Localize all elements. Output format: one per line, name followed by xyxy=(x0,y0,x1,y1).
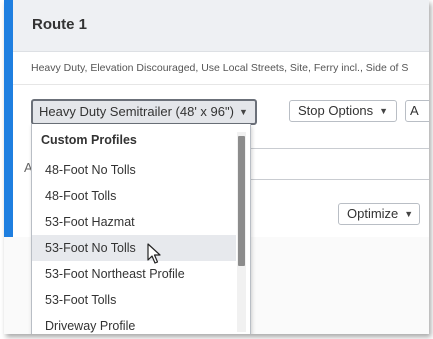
scrollbar-thumb[interactable] xyxy=(238,136,245,266)
route-header[interactable]: Route 1 xyxy=(13,0,429,52)
optimize-label: Optimize xyxy=(347,206,399,221)
app-window: Route 1 Heavy Duty, Elevation Discourage… xyxy=(4,0,429,334)
caret-down-icon: ▼ xyxy=(238,107,248,117)
truncated-button-label: A xyxy=(410,103,419,118)
caret-down-icon: ▼ xyxy=(404,209,414,219)
stop-options-button[interactable]: Stop Options ▼ xyxy=(289,100,397,122)
dropdown-option[interactable]: Driveway Profile xyxy=(32,313,236,334)
profile-dropdown-menu[interactable]: Custom Profiles 48-Foot No Tolls 48-Foot… xyxy=(31,124,251,334)
profile-selected-label: Heavy Duty Semitrailer (48' x 96") xyxy=(39,104,234,119)
truncated-toolbar-button[interactable]: A xyxy=(405,100,429,122)
routing-profile-dropdown[interactable]: Heavy Duty Semitrailer (48' x 96") ▼ xyxy=(31,99,257,125)
mouse-pointer-icon xyxy=(147,243,161,264)
caret-down-icon: ▼ xyxy=(379,106,389,116)
divider xyxy=(13,84,429,85)
optimize-button[interactable]: Optimize ▼ xyxy=(338,203,420,225)
dropdown-option[interactable]: 53-Foot Northeast Profile xyxy=(32,261,236,287)
stop-input-field[interactable] xyxy=(241,148,429,180)
dropdown-option[interactable]: 53-Foot Hazmat xyxy=(32,209,236,235)
dropdown-option-hovered[interactable]: 53-Foot No Tolls xyxy=(32,235,236,261)
dropdown-option[interactable]: 48-Foot No Tolls xyxy=(32,157,236,183)
stop-options-label: Stop Options xyxy=(298,103,374,118)
dropdown-option[interactable]: 53-Foot Tolls xyxy=(32,287,236,313)
route-accent-bar xyxy=(4,0,13,237)
dropdown-option[interactable]: 48-Foot Tolls xyxy=(32,183,236,209)
dropdown-scrollbar[interactable] xyxy=(237,132,246,332)
dropdown-group-header: Custom Profiles xyxy=(41,133,137,147)
route-summary: Heavy Duty, Elevation Discouraged, Use L… xyxy=(31,62,409,74)
route-title: Route 1 xyxy=(32,16,88,33)
